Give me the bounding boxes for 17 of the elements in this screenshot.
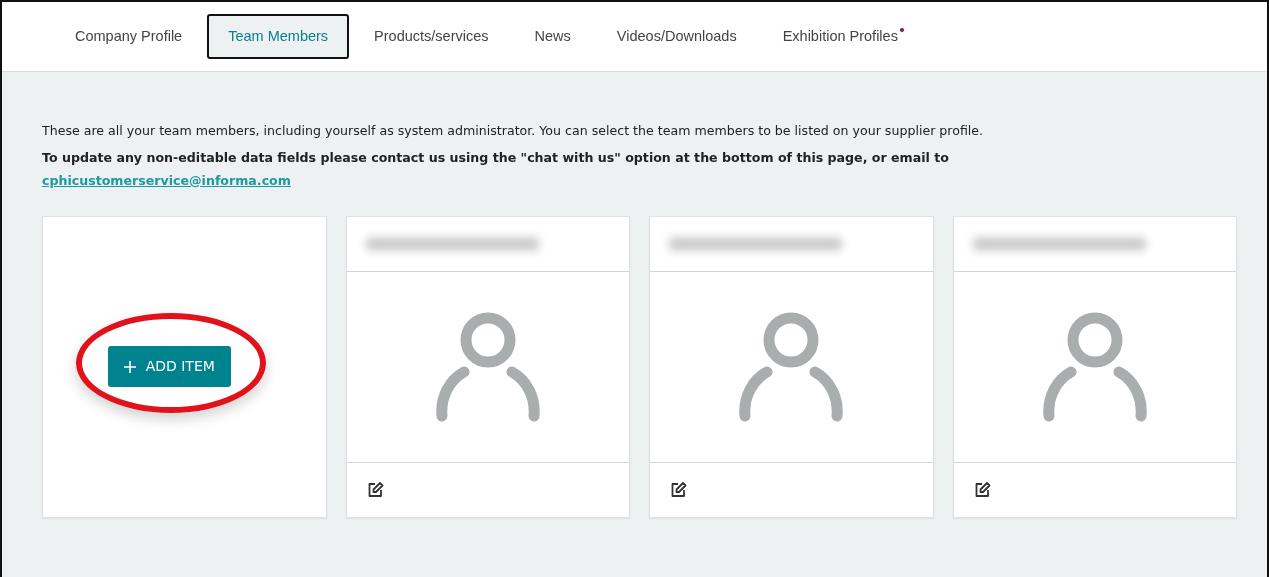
edit-icon[interactable] xyxy=(366,481,384,499)
tab[interactable]: Team Members xyxy=(207,13,350,60)
edit-icon[interactable] xyxy=(973,481,991,499)
avatar-icon xyxy=(1042,311,1147,422)
avatar-icon xyxy=(435,311,540,422)
intro-text: These are all your team members, including yourself as system administrator. You can select the team members to be listed on your supplier profile. xyxy=(42,122,985,140)
edit-icon[interactable] xyxy=(670,481,687,499)
avatar-icon xyxy=(739,311,844,422)
tab[interactable]: Company Profile xyxy=(54,13,204,60)
tab[interactable]: News xyxy=(513,13,592,60)
notice-text: To update any non-editable data fields please contact us using the "chat with us" option at the bottom of this page, or email to xyxy=(42,148,950,167)
add-item-button[interactable]: ADD ITEM xyxy=(107,346,231,388)
tab[interactable]: Videos/Downloads xyxy=(595,13,758,60)
notification-dot xyxy=(899,27,904,32)
tab[interactable]: Products/services xyxy=(353,13,510,60)
tab[interactable]: Exhibition Profiles xyxy=(761,13,925,60)
plus-icon xyxy=(123,360,136,373)
